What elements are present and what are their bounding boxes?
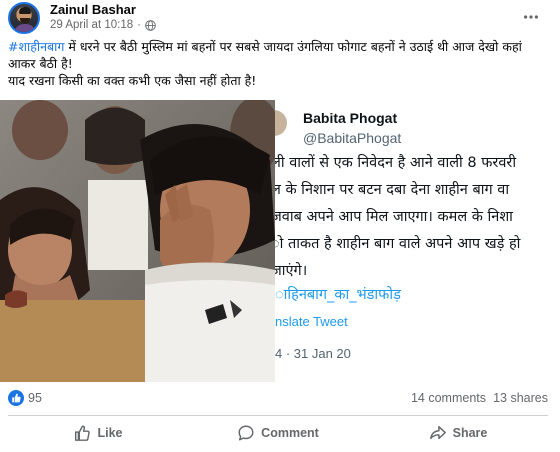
post-stats: 95 14 comments 13 shares: [8, 388, 548, 410]
tweet-author-handle: @BabitaPhogat: [303, 130, 402, 146]
share-icon: [429, 425, 446, 440]
share-count[interactable]: 13 shares: [493, 391, 548, 405]
comment-button[interactable]: Comment: [188, 418, 368, 448]
thumbs-up-icon: [12, 393, 21, 403]
comment-label: Comment: [261, 426, 319, 440]
meta-separator: ·: [137, 19, 141, 31]
like-reaction-icon[interactable]: [8, 390, 24, 406]
tweet-line: जवाब अपने आप मिल जाएगा। कमल के निशा: [275, 209, 513, 225]
post-timestamp[interactable]: 29 April at 10:18: [50, 19, 133, 31]
tweet-translate-link: nslate Tweet: [275, 314, 348, 329]
comment-icon: [238, 425, 254, 441]
tweet-line: ल के निशान पर बटन दबा देना शाहीन बाग वा: [275, 182, 510, 198]
caption-text-line2: याद रखना किसी का वक्त कभी एक जैसा नहीं ह…: [8, 73, 257, 88]
share-button[interactable]: Share: [368, 418, 548, 448]
embedded-tweet: Babita Phogat @BabitaPhogat ली वालों से …: [275, 100, 560, 382]
share-label: Share: [452, 426, 488, 440]
tweet-author-name: Babita Phogat: [303, 110, 398, 126]
like-label: Like: [97, 426, 123, 440]
action-bar: Like Comment Share: [8, 418, 548, 448]
tweet-body: ली वालों से एक निवेदन है आने वाली 8 फरवर…: [275, 150, 560, 285]
comment-count[interactable]: 14 comments: [411, 391, 486, 405]
post-header: Zainul Bashar 29 April at 10:18 ·: [8, 2, 552, 34]
action-divider: [8, 415, 548, 416]
tweet-avatar: [275, 110, 287, 136]
post-image[interactable]: Babita Phogat @BabitaPhogat ली वालों से …: [0, 100, 560, 382]
thumbs-up-icon: [75, 425, 91, 441]
tweet-date: 4 · 31 Jan 20: [275, 346, 351, 361]
author-name[interactable]: Zainul Bashar: [50, 2, 136, 17]
tweet-line: जाएंगे।: [275, 263, 308, 279]
protest-photo-illustration: [0, 100, 275, 382]
more-options-icon[interactable]: [522, 8, 540, 26]
facebook-post: Zainul Bashar 29 April at 10:18 · #शाहीन…: [0, 0, 560, 452]
tweet-hashtag: ाहिनबाग_का_भंडाफोड़: [275, 287, 401, 303]
tweet-line: ली वालों से एक निवेदन है आने वाली 8 फरवर…: [275, 155, 517, 171]
post-caption: #शाहीनबाग में धरने पर बैठी मुस्लिम मां ब…: [8, 38, 548, 89]
caption-text-line1: में धरने पर बैठी मुस्लिम मां बहनों पर सब…: [8, 39, 522, 71]
globe-icon: [145, 19, 156, 31]
tweet-line: ो ताकत है शाहीन बाग वाले अपने आप खड़े हो: [275, 236, 521, 252]
reaction-count[interactable]: 95: [28, 391, 42, 405]
protest-photo: [0, 100, 275, 382]
author-avatar[interactable]: [8, 2, 40, 34]
post-meta: 29 April at 10:18 ·: [50, 19, 156, 31]
like-button[interactable]: Like: [8, 418, 188, 448]
caption-hashtag[interactable]: #शाहीनबाग: [8, 39, 64, 54]
